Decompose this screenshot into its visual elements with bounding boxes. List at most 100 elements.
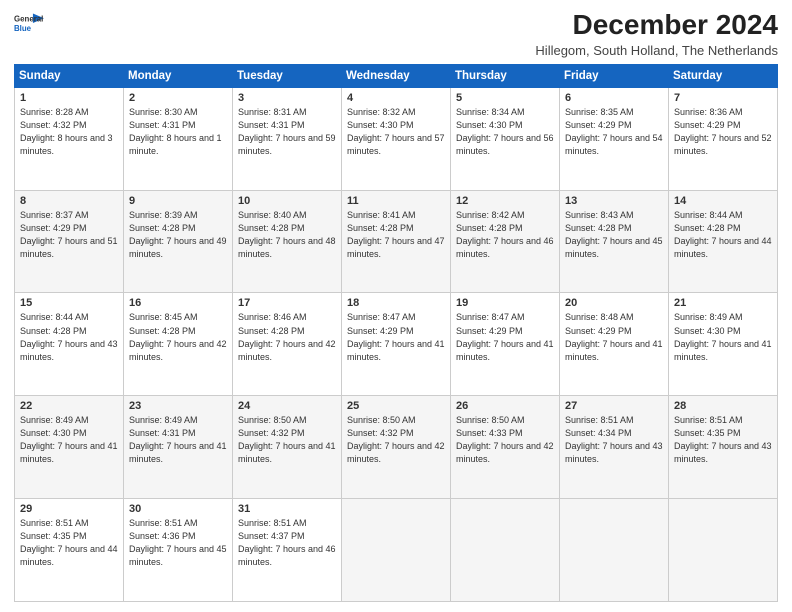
day-info: Sunrise: 8:51 AMSunset: 4:35 PMDaylight:… — [20, 517, 118, 569]
calendar-week-row: 1 Sunrise: 8:28 AMSunset: 4:32 PMDaylight… — [15, 87, 778, 190]
calendar-table: SundayMondayTuesdayWednesdayThursdayFrid… — [14, 64, 778, 602]
day-number: 7 — [674, 92, 772, 104]
day-info: Sunrise: 8:37 AMSunset: 4:29 PMDaylight:… — [20, 209, 118, 261]
calendar-cell: 23 Sunrise: 8:49 AMSunset: 4:31 PMDayligh… — [124, 396, 233, 499]
calendar-week-row: 22 Sunrise: 8:49 AMSunset: 4:30 PMDayligh… — [15, 396, 778, 499]
page: General Blue December 2024 Hillegom, Sou… — [0, 0, 792, 612]
day-number: 10 — [238, 195, 336, 207]
calendar-cell: 18Sunrise: 8:47 AMSunset: 4:29 PMDayligh… — [342, 293, 451, 396]
subtitle: Hillegom, South Holland, The Netherlands — [535, 43, 778, 58]
day-number: 19 — [456, 297, 554, 309]
calendar-cell — [451, 499, 560, 602]
day-number: 13 — [565, 195, 663, 207]
svg-text:Blue: Blue — [14, 24, 32, 33]
main-title: December 2024 — [535, 10, 778, 41]
day-info: Sunrise: 8:45 AMSunset: 4:28 PMDaylight:… — [129, 311, 227, 363]
svg-text:General: General — [14, 14, 43, 23]
col-header-thursday: Thursday — [451, 64, 560, 87]
day-info: Sunrise: 8:46 AMSunset: 4:28 PMDaylight:… — [238, 311, 336, 363]
header: General Blue December 2024 Hillegom, Sou… — [14, 10, 778, 58]
calendar-cell: 8 Sunrise: 8:37 AMSunset: 4:29 PMDaylight… — [15, 190, 124, 293]
day-info: Sunrise: 8:30 AMSunset: 4:31 PMDaylight:… — [129, 106, 227, 158]
day-number: 4 — [347, 92, 445, 104]
calendar-cell: 15 Sunrise: 8:44 AMSunset: 4:28 PMDayligh… — [15, 293, 124, 396]
calendar-cell: 1 Sunrise: 8:28 AMSunset: 4:32 PMDaylight… — [15, 87, 124, 190]
calendar-week-row: 8 Sunrise: 8:37 AMSunset: 4:29 PMDaylight… — [15, 190, 778, 293]
day-number: 16 — [129, 297, 227, 309]
title-block: December 2024 Hillegom, South Holland, T… — [535, 10, 778, 58]
day-number: 23 — [129, 400, 227, 412]
calendar-cell: 12 Sunrise: 8:42 AMSunset: 4:28 PMDayligh… — [451, 190, 560, 293]
col-header-friday: Friday — [560, 64, 669, 87]
day-info: Sunrise: 8:51 AMSunset: 4:35 PMDaylight:… — [674, 414, 772, 466]
day-info: Sunrise: 8:50 AMSunset: 4:32 PMDaylight:… — [347, 414, 445, 466]
day-info: Sunrise: 8:51 AMSunset: 4:37 PMDaylight:… — [238, 517, 336, 569]
calendar-cell: 22 Sunrise: 8:49 AMSunset: 4:30 PMDayligh… — [15, 396, 124, 499]
day-info: Sunrise: 8:32 AMSunset: 4:30 PMDaylight:… — [347, 106, 445, 158]
day-info: Sunrise: 8:49 AMSunset: 4:31 PMDaylight:… — [129, 414, 227, 466]
day-info: Sunrise: 8:34 AMSunset: 4:30 PMDaylight:… — [456, 106, 554, 158]
calendar-cell: 3Sunrise: 8:31 AMSunset: 4:31 PMDaylight… — [233, 87, 342, 190]
day-info: Sunrise: 8:35 AMSunset: 4:29 PMDaylight:… — [565, 106, 663, 158]
calendar-cell: 19 Sunrise: 8:47 AMSunset: 4:29 PMDayligh… — [451, 293, 560, 396]
calendar-cell: 2 Sunrise: 8:30 AMSunset: 4:31 PMDaylight… — [124, 87, 233, 190]
day-info: Sunrise: 8:50 AMSunset: 4:32 PMDaylight:… — [238, 414, 336, 466]
calendar-cell: 26 Sunrise: 8:50 AMSunset: 4:33 PMDayligh… — [451, 396, 560, 499]
calendar-cell: 9Sunrise: 8:39 AMSunset: 4:28 PMDaylight… — [124, 190, 233, 293]
calendar-cell: 10 Sunrise: 8:40 AMSunset: 4:28 PMDayligh… — [233, 190, 342, 293]
day-number: 11 — [347, 195, 445, 207]
day-number: 22 — [20, 400, 118, 412]
logo-icon: General Blue — [14, 10, 44, 36]
calendar-cell: 25 Sunrise: 8:50 AMSunset: 4:32 PMDayligh… — [342, 396, 451, 499]
calendar-cell: 16 Sunrise: 8:45 AMSunset: 4:28 PMDayligh… — [124, 293, 233, 396]
day-number: 30 — [129, 503, 227, 515]
day-info: Sunrise: 8:43 AMSunset: 4:28 PMDaylight:… — [565, 209, 663, 261]
day-info: Sunrise: 8:49 AMSunset: 4:30 PMDaylight:… — [20, 414, 118, 466]
day-number: 21 — [674, 297, 772, 309]
day-number: 27 — [565, 400, 663, 412]
calendar-cell: 30 Sunrise: 8:51 AMSunset: 4:36 PMDayligh… — [124, 499, 233, 602]
logo: General Blue — [14, 10, 44, 36]
day-number: 2 — [129, 92, 227, 104]
day-number: 24 — [238, 400, 336, 412]
day-info: Sunrise: 8:44 AMSunset: 4:28 PMDaylight:… — [20, 311, 118, 363]
day-number: 3 — [238, 92, 336, 104]
calendar-week-row: 29 Sunrise: 8:51 AMSunset: 4:35 PMDayligh… — [15, 499, 778, 602]
day-number: 29 — [20, 503, 118, 515]
calendar-cell — [560, 499, 669, 602]
col-header-wednesday: Wednesday — [342, 64, 451, 87]
day-number: 28 — [674, 400, 772, 412]
day-info: Sunrise: 8:51 AMSunset: 4:34 PMDaylight:… — [565, 414, 663, 466]
day-number: 9 — [129, 195, 227, 207]
day-number: 26 — [456, 400, 554, 412]
day-number: 20 — [565, 297, 663, 309]
day-info: Sunrise: 8:50 AMSunset: 4:33 PMDaylight:… — [456, 414, 554, 466]
calendar-cell: 14Sunrise: 8:44 AMSunset: 4:28 PMDayligh… — [669, 190, 778, 293]
calendar-header-row: SundayMondayTuesdayWednesdayThursdayFrid… — [15, 64, 778, 87]
calendar-cell: 17 Sunrise: 8:46 AMSunset: 4:28 PMDayligh… — [233, 293, 342, 396]
day-number: 31 — [238, 503, 336, 515]
day-info: Sunrise: 8:42 AMSunset: 4:28 PMDaylight:… — [456, 209, 554, 261]
calendar-cell: 24 Sunrise: 8:50 AMSunset: 4:32 PMDayligh… — [233, 396, 342, 499]
day-info: Sunrise: 8:40 AMSunset: 4:28 PMDaylight:… — [238, 209, 336, 261]
calendar-cell: 27 Sunrise: 8:51 AMSunset: 4:34 PMDayligh… — [560, 396, 669, 499]
day-number: 14 — [674, 195, 772, 207]
calendar-week-row: 15 Sunrise: 8:44 AMSunset: 4:28 PMDayligh… — [15, 293, 778, 396]
calendar-cell: 6Sunrise: 8:35 AMSunset: 4:29 PMDaylight… — [560, 87, 669, 190]
day-info: Sunrise: 8:47 AMSunset: 4:29 PMDaylight:… — [456, 311, 554, 363]
day-number: 25 — [347, 400, 445, 412]
calendar-cell: 21 Sunrise: 8:49 AMSunset: 4:30 PMDayligh… — [669, 293, 778, 396]
day-number: 8 — [20, 195, 118, 207]
day-number: 17 — [238, 297, 336, 309]
day-number: 12 — [456, 195, 554, 207]
day-info: Sunrise: 8:41 AMSunset: 4:28 PMDaylight:… — [347, 209, 445, 261]
calendar-cell: 4 Sunrise: 8:32 AMSunset: 4:30 PMDaylight… — [342, 87, 451, 190]
day-info: Sunrise: 8:49 AMSunset: 4:30 PMDaylight:… — [674, 311, 772, 363]
day-number: 1 — [20, 92, 118, 104]
col-header-monday: Monday — [124, 64, 233, 87]
day-info: Sunrise: 8:48 AMSunset: 4:29 PMDaylight:… — [565, 311, 663, 363]
day-info: Sunrise: 8:28 AMSunset: 4:32 PMDaylight:… — [20, 106, 118, 158]
day-number: 15 — [20, 297, 118, 309]
col-header-saturday: Saturday — [669, 64, 778, 87]
day-info: Sunrise: 8:51 AMSunset: 4:36 PMDaylight:… — [129, 517, 227, 569]
